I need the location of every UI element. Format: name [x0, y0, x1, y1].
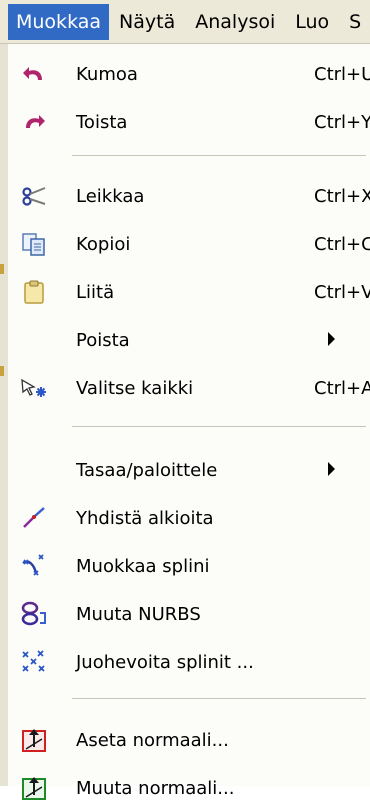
menu-item-leikkaa[interactable]: Leikkaa Ctrl+X — [8, 172, 370, 220]
background-window-strip — [0, 44, 8, 786]
scissors-icon — [20, 183, 48, 209]
menubar-item-s[interactable]: S — [339, 4, 370, 40]
menu-item-valitse-kaikki[interactable]: Valitse kaikki Ctrl+A — [8, 364, 370, 412]
nurbs-icon — [20, 601, 48, 627]
menu-item-label: Liitä — [76, 281, 115, 303]
menu-bar: Muokkaa Näytä Analysoi Luo S — [0, 0, 370, 44]
redo-icon — [20, 109, 48, 135]
menu-item-liita[interactable]: Liitä Ctrl+V — [8, 268, 370, 316]
background-mark — [0, 264, 4, 274]
menu-item-label: Valitse kaikki — [76, 377, 194, 399]
join-elements-icon — [20, 505, 48, 531]
paste-icon — [20, 279, 48, 305]
menu-item-toista[interactable]: Toista Ctrl+Y — [8, 98, 370, 146]
menu-item-shortcut: Ctrl+U — [314, 63, 370, 85]
menu-item-label: Yhdistä alkioita — [76, 507, 214, 529]
menu-item-juohevoita-splinit[interactable]: Juohevoita splinit ... — [8, 638, 370, 686]
menu-item-muuta-nurbs[interactable]: Muuta NURBS — [8, 590, 370, 638]
set-normal-icon — [20, 727, 48, 753]
menu-separator — [72, 155, 366, 156]
menu-item-kopioi[interactable]: Kopioi Ctrl+C — [8, 220, 370, 268]
menu-item-label: Kopioi — [76, 233, 131, 255]
menubar-item-analysoi[interactable]: Analysoi — [185, 4, 285, 40]
menubar-item-luo[interactable]: Luo — [285, 4, 339, 40]
menu-item-shortcut: Ctrl+A — [314, 377, 370, 399]
select-all-icon — [20, 375, 48, 401]
edit-spline-icon — [20, 553, 48, 579]
menu-item-shortcut: Ctrl+C — [314, 233, 370, 255]
menu-item-label: Poista — [76, 329, 130, 351]
menubar-item-nayta[interactable]: Näytä — [109, 4, 185, 40]
menu-item-poista[interactable]: Poista — [8, 316, 370, 364]
menu-item-label: Muuta NURBS — [76, 603, 201, 625]
edit-dropdown-menu: Kumoa Ctrl+U Toista Ctrl+Y Leikkaa Ctrl+… — [8, 44, 370, 800]
smooth-splines-icon — [20, 649, 48, 675]
menu-item-shortcut: Ctrl+Y — [314, 111, 370, 133]
change-normal-icon — [20, 775, 48, 801]
menu-item-aseta-normaali[interactable]: Aseta normaali... — [8, 716, 370, 764]
menu-item-shortcut: Ctrl+V — [314, 281, 370, 303]
menu-item-muuta-normaali[interactable]: Muuta normaali... — [8, 764, 370, 812]
menu-item-label: Muokkaa splini — [76, 555, 210, 577]
menu-item-label: Muuta normaali... — [76, 777, 235, 799]
menu-item-kumoa[interactable]: Kumoa Ctrl+U — [8, 50, 370, 98]
menu-item-shortcut: Ctrl+X — [314, 185, 370, 207]
menu-item-label: Kumoa — [76, 63, 138, 85]
menu-item-label: Toista — [76, 111, 128, 133]
menu-item-label: Juohevoita splinit ... — [76, 651, 254, 673]
menu-item-label: Leikkaa — [76, 185, 145, 207]
menu-item-muokkaa-splini[interactable]: Muokkaa splini — [8, 542, 370, 590]
menubar-item-muokkaa[interactable]: Muokkaa — [8, 3, 110, 40]
submenu-arrow-icon — [328, 332, 335, 346]
background-mark — [0, 366, 4, 376]
copy-icon — [20, 231, 48, 257]
menu-item-label: Tasaa/paloittele — [76, 459, 218, 481]
menu-item-yhdista-alkioita[interactable]: Yhdistä alkioita — [8, 494, 370, 542]
menu-item-tasaa-paloittele[interactable]: Tasaa/paloittele — [8, 446, 370, 494]
menu-separator — [72, 426, 366, 427]
submenu-arrow-icon — [328, 462, 335, 476]
undo-icon — [20, 61, 48, 87]
menu-separator — [72, 698, 366, 699]
menu-item-label: Aseta normaali... — [76, 729, 229, 751]
